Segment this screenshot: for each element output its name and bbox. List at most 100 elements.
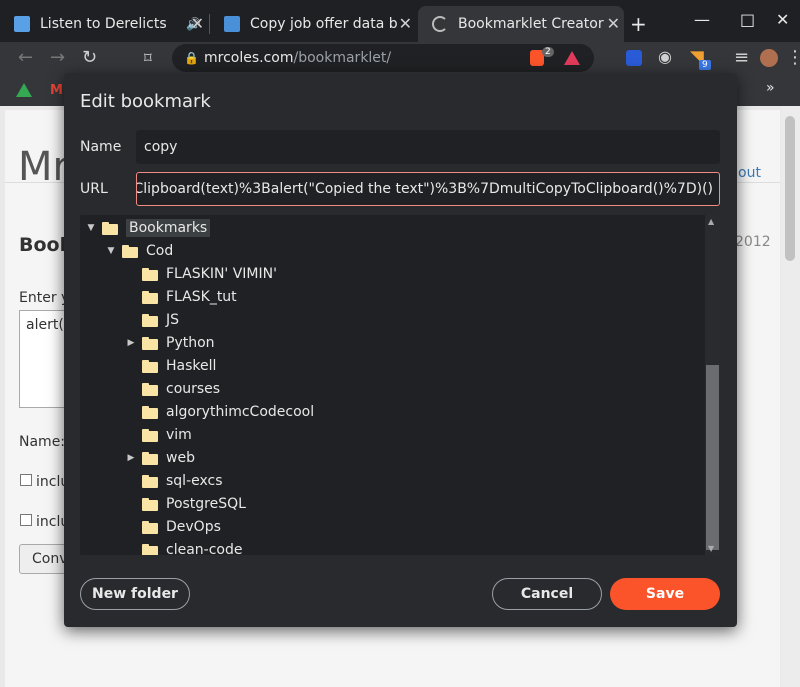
tab-title: Bookmarklet Creator (458, 16, 604, 32)
tree-folder-item[interactable]: sql-excs (124, 470, 223, 492)
folder-icon (142, 290, 158, 304)
enter-label: Enter y (19, 290, 70, 306)
expanded-arrow-icon[interactable]: ▼ (84, 223, 98, 233)
collapsed-arrow-icon[interactable]: ▶ (124, 453, 138, 463)
convert-label: Conv (32, 551, 68, 567)
tree-folder-item[interactable]: PostgreSQL (124, 493, 246, 515)
include-checkbox-2[interactable] (20, 514, 32, 526)
tree-folder-item[interactable]: ▶ web (124, 447, 195, 469)
folder-icon (142, 497, 158, 511)
tree-folder-item[interactable]: clean-code (124, 539, 242, 555)
folder-icon (142, 474, 158, 488)
name-label: Name: (19, 434, 66, 450)
tree-folder-label: Python (166, 335, 215, 351)
logout-link[interactable]: out (738, 165, 761, 181)
folder-open-icon (122, 244, 138, 258)
tab-listen-derelicts[interactable]: Listen to Derelicts 🔊 ✕ (0, 6, 208, 42)
forward-icon[interactable]: → (50, 47, 65, 68)
folder-icon (142, 359, 158, 373)
close-window-icon[interactable]: ✕ (776, 10, 789, 29)
scroll-thumb[interactable] (785, 116, 795, 261)
name-field-value: copy (144, 139, 178, 155)
tree-folder-item[interactable]: courses (124, 378, 220, 400)
bookmark-icon[interactable]: ⌑ (144, 49, 152, 67)
tree-folder-label: Bookmarks (126, 219, 211, 237)
tree-folder-item[interactable]: DevOps (124, 516, 221, 538)
include-checkbox-1[interactable] (20, 474, 32, 486)
folder-icon (142, 382, 158, 396)
tab-copy-job-offer[interactable]: Copy job offer data by ✕ (210, 6, 416, 42)
tab-bookmarklet-creator[interactable]: Bookmarklet Creator ✕ (418, 6, 624, 42)
tab-title: Copy job offer data by (250, 16, 398, 32)
menu-icon[interactable]: ⋮ (786, 47, 800, 68)
close-icon[interactable]: ✕ (607, 14, 620, 33)
tree-folder-label: DevOps (166, 519, 221, 535)
tree-scroll-thumb[interactable] (706, 365, 719, 550)
new-folder-button[interactable]: New folder (80, 578, 190, 610)
tree-folder-label: Haskell (166, 358, 217, 374)
more-bookmarks-icon[interactable]: » (766, 80, 775, 96)
close-icon[interactable]: ✕ (399, 14, 412, 33)
loading-icon (432, 16, 448, 32)
extension-shield-icon[interactable] (626, 50, 642, 66)
lock-icon: 🔒 (184, 51, 199, 65)
save-button[interactable]: Save (610, 578, 720, 610)
extension-badge: 9 (699, 60, 711, 70)
folder-tree[interactable]: ▼ Bookmarks ▼ Cod FLASKIN' VIMIN' FLASK_tut JS… (80, 215, 720, 555)
tree-folder-label: JS (166, 312, 180, 328)
folder-icon (142, 405, 158, 419)
tree-folder-item[interactable]: FLASK_tut (124, 286, 237, 308)
tree-folder-label: clean-code (166, 542, 243, 555)
reload-icon[interactable]: ↻ (82, 47, 97, 68)
tree-folder-item[interactable]: ▼ Cod (104, 240, 174, 262)
folder-favicon-icon (224, 16, 240, 32)
close-icon[interactable]: ✕ (191, 14, 204, 33)
tree-folder-item[interactable]: ▶ Python (124, 332, 215, 354)
folder-icon (142, 267, 158, 281)
scroll-down-icon[interactable]: ▼ (708, 544, 714, 553)
scroll-up-icon[interactable]: ▲ (708, 217, 714, 226)
avatar[interactable] (760, 49, 778, 67)
url-path: /bookmarklet/ (293, 50, 392, 66)
folder-icon (142, 428, 158, 442)
extension-glasses-icon[interactable]: ◉ (658, 47, 672, 66)
cancel-button[interactable]: Cancel (492, 578, 602, 610)
site-title: Mr (18, 144, 69, 190)
tab-title: Listen to Derelicts (40, 16, 167, 32)
name-field[interactable]: copy (136, 130, 720, 164)
tree-folder-label: Cod (146, 243, 174, 259)
url-field-value: Clipboard(text)%3Balert("Copied the text… (136, 181, 713, 197)
url-host: mrcoles.com (204, 50, 294, 66)
tree-folder-label: sql-excs (166, 473, 223, 489)
browser-toolbar: ← → ↻ ⌑ 🔒 mrcoles.com/bookmarklet/ 2 ◉ ◥… (0, 42, 800, 74)
media-control-icon[interactable]: ≡ (734, 47, 749, 68)
url-field[interactable]: Clipboard(text)%3Balert("Copied the text… (136, 172, 720, 206)
tab-strip: Listen to Derelicts 🔊 ✕ Copy job offer d… (0, 0, 800, 42)
folder-icon (142, 543, 158, 555)
year-text: 2012 (735, 234, 771, 250)
tree-folder-item[interactable]: JS (124, 309, 179, 331)
tree-folder-item[interactable]: FLASKIN' VIMIN' (124, 263, 277, 285)
address-bar[interactable]: 🔒 mrcoles.com/bookmarklet/ 2 (172, 44, 594, 72)
brave-rewards-icon[interactable] (564, 51, 580, 65)
minimize-icon[interactable]: — (694, 10, 710, 29)
tree-folder-label: algorythimcCodecool (166, 404, 315, 420)
collapsed-arrow-icon[interactable]: ▶ (124, 338, 138, 348)
maximize-icon[interactable]: □ (740, 10, 755, 29)
tree-scrollbar[interactable]: ▲ ▼ (705, 215, 720, 555)
expanded-arrow-icon[interactable]: ▼ (104, 246, 118, 256)
folder-icon (142, 336, 158, 350)
tree-folder-item[interactable]: vim (124, 424, 192, 446)
url-field-label: URL (80, 181, 108, 197)
tree-folder-label: web (166, 450, 195, 466)
page-scrollbar[interactable] (781, 106, 800, 687)
new-tab-icon[interactable]: + (630, 12, 647, 36)
shields-badge: 2 (542, 47, 554, 57)
tree-folder-label: courses (166, 381, 221, 397)
back-icon[interactable]: ← (18, 47, 33, 68)
drive-icon[interactable] (16, 83, 32, 97)
tree-folder-item[interactable]: ▼ Bookmarks (84, 217, 211, 239)
tree-folder-item[interactable]: algorythimcCodecool (124, 401, 314, 423)
tree-folder-item[interactable]: Haskell (124, 355, 216, 377)
gmail-icon[interactable]: M (50, 83, 63, 98)
